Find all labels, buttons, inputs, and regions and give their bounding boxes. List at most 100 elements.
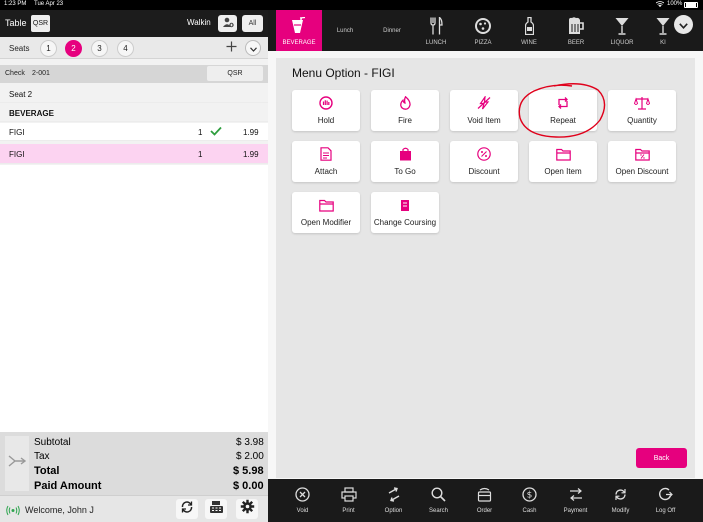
tab-label: PIZZA [474, 40, 492, 46]
qsr-badge[interactable]: QSR [31, 15, 50, 32]
order-footer: Welcome, John J [0, 495, 268, 522]
tab-beer[interactable]: BEER [560, 10, 592, 51]
void-item-button[interactable]: Void Item [450, 90, 518, 131]
search-button[interactable]: Search [416, 479, 461, 522]
back-button[interactable]: Back [636, 448, 687, 468]
hold-button[interactable]: Hold [292, 90, 360, 131]
tab-wine[interactable]: WINE [513, 10, 545, 51]
open-modifier-button[interactable]: Open Modifier [292, 192, 360, 233]
hold-icon [319, 96, 333, 116]
page-title: Menu Option - FIGI [292, 66, 395, 80]
option-icon [386, 487, 402, 508]
tab-ki[interactable]: KI [652, 10, 674, 51]
subtotal-value: $ 3.98 [236, 437, 264, 448]
check-number: 2-001 [32, 70, 50, 77]
item-price: 1.99 [243, 128, 259, 137]
percent-icon [477, 147, 491, 167]
beer-icon [567, 17, 585, 40]
tab-pizza[interactable]: PIZZA [467, 10, 499, 51]
cash-register-button[interactable] [205, 499, 227, 519]
discount-button[interactable]: Discount [450, 141, 518, 182]
tab-label: KI [660, 40, 666, 46]
to-go-button[interactable]: To Go [371, 141, 439, 182]
change-coursing-button[interactable]: Change Coursing [371, 192, 439, 233]
wine-bottle-icon [524, 16, 534, 40]
cash-button[interactable]: $ Cash [507, 479, 552, 522]
seats-expand-button[interactable] [245, 40, 261, 56]
subtotal-label: Subtotal [34, 437, 71, 448]
open-discount-button[interactable]: Open Discount [608, 141, 676, 182]
scale-icon [633, 96, 651, 116]
status-time: 1:23 PM [4, 1, 27, 7]
fire-icon [399, 95, 412, 116]
document-icon [320, 147, 332, 167]
void-item-icon [477, 94, 491, 116]
check-type-button[interactable]: QSR [207, 66, 263, 81]
tab-beverage[interactable]: BEVERAGE [276, 10, 322, 51]
void-button[interactable]: Void [280, 479, 325, 522]
option-button[interactable]: Option [371, 479, 416, 522]
seat-2-button[interactable]: 2 [65, 40, 82, 57]
fire-button[interactable]: Fire [371, 90, 439, 131]
folder-icon [555, 148, 571, 167]
seat-3-button[interactable]: 3 [91, 40, 108, 57]
modify-icon [613, 487, 628, 508]
seat-4-button[interactable]: 4 [117, 40, 134, 57]
cocktail-icon [656, 17, 670, 40]
category-row: BEVERAGE [0, 104, 268, 122]
wifi-icon [655, 1, 665, 9]
log-off-button[interactable]: Log Off [643, 479, 688, 522]
tab-lunch-menu[interactable]: Lunch [326, 10, 364, 51]
search-icon [431, 487, 446, 508]
tab-liquor[interactable]: LIQUOR [606, 10, 638, 51]
welcome-text: Welcome, John J [25, 505, 94, 515]
add-seat-button[interactable] [222, 39, 240, 57]
refresh-icon [180, 500, 194, 519]
seats-bar: Seats 1 2 3 4 [0, 37, 268, 59]
print-icon [340, 487, 357, 508]
order-item-row-selected[interactable]: FIGI 1 1.99 [0, 144, 268, 164]
tabs-expand-button[interactable] [674, 15, 693, 34]
attach-button[interactable]: Attach [292, 141, 360, 182]
category-tabs-bar: BEVERAGE Lunch Dinner LUNCH PIZZA WINE B… [268, 10, 703, 51]
status-bar: 1:23 PM Tue Apr 23 100% [0, 0, 703, 10]
order-item-row[interactable]: FIGI 1 1.99 [0, 123, 268, 141]
tab-label: LUNCH [425, 40, 447, 46]
tax-value: $ 2.00 [236, 451, 264, 462]
payment-icon [568, 487, 584, 508]
merge-arrows-icon [8, 454, 27, 473]
fork-knife-icon [429, 16, 443, 40]
print-button[interactable]: Print [326, 479, 371, 522]
pizza-icon [474, 17, 492, 40]
open-item-button[interactable]: Open Item [529, 141, 597, 182]
split-button[interactable] [5, 436, 29, 491]
seat-label: Seat 2 [9, 90, 33, 99]
tab-label: BEVERAGE [282, 40, 316, 46]
refresh-button[interactable] [176, 499, 198, 519]
status-date: Tue Apr 23 [34, 1, 64, 7]
tab-dinner-menu[interactable]: Dinner [372, 10, 412, 51]
check-label: Check [5, 70, 25, 77]
item-qty: 1 [198, 150, 203, 159]
order-button[interactable]: Order [462, 479, 507, 522]
item-qty: 1 [198, 128, 203, 137]
seat-1-button[interactable]: 1 [40, 40, 57, 57]
tab-lunch[interactable]: LUNCH [420, 10, 452, 51]
modify-button[interactable]: Modify [598, 479, 643, 522]
quantity-button[interactable]: Quantity [608, 90, 676, 131]
add-customer-button[interactable] [218, 15, 237, 32]
add-person-icon [222, 17, 234, 30]
tab-label: Lunch [336, 27, 354, 34]
connection-icon [6, 503, 20, 521]
beverage-icon [291, 16, 307, 40]
chevron-down-icon [249, 39, 257, 57]
tax-label: Tax [34, 451, 50, 462]
paid-amount-label: Paid Amount [34, 480, 102, 492]
settings-button[interactable] [236, 499, 258, 519]
all-button[interactable]: All [242, 15, 263, 32]
item-name: FIGI [9, 128, 25, 137]
payment-button[interactable]: Payment [553, 479, 598, 522]
plus-icon [226, 39, 237, 57]
item-price: 1.99 [243, 150, 259, 159]
total-value: $ 5.98 [233, 465, 264, 477]
